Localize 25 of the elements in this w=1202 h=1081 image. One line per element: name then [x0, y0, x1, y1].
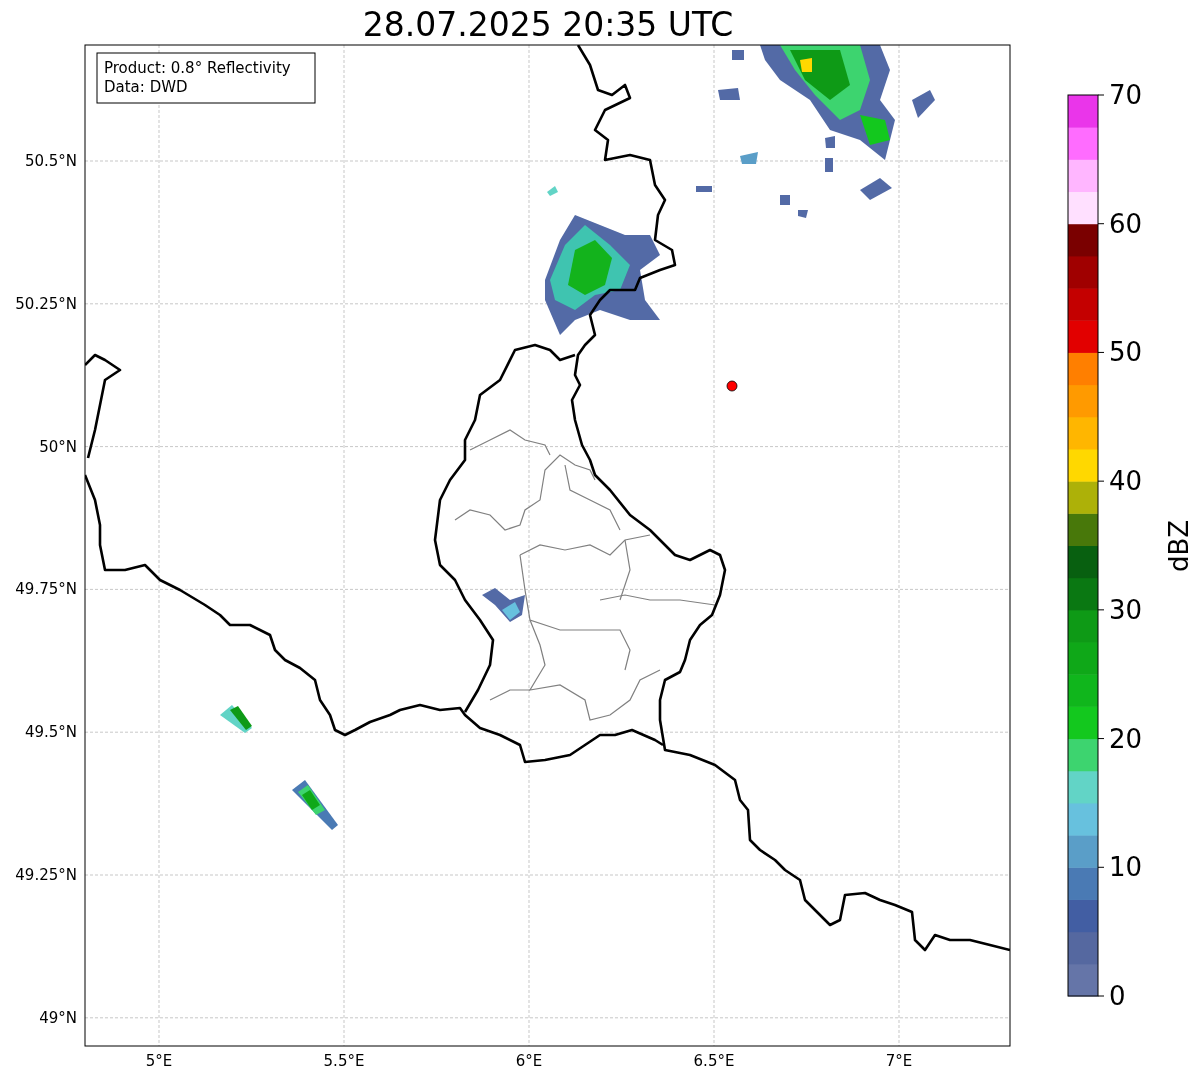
colorbar-tick-label: 20	[1109, 723, 1143, 754]
longitude-label: 6.5°E	[693, 1052, 735, 1070]
latitude-label: 50.25°N	[15, 294, 77, 313]
latitude-label: 49.75°N	[15, 580, 77, 599]
colorbar-tick-label: 0	[1109, 981, 1126, 1011]
info-text: Product: 0.8° Reflectivity	[104, 59, 291, 77]
colorbar-tick-label: 60	[1109, 208, 1143, 239]
colorbar-tick-label: 30	[1109, 594, 1143, 625]
latitude-label: 49.5°N	[24, 723, 77, 742]
longitude-label: 5°E	[145, 1052, 173, 1070]
colorbar-tick-label: 70	[1109, 80, 1143, 110]
colorbar-tick-label: 10	[1109, 852, 1143, 883]
colorbar-label: dBZ	[1164, 519, 1194, 573]
station-marker	[726, 380, 738, 392]
colorbar-tick-label: 50	[1109, 337, 1143, 368]
info-text: Data: DWD	[104, 78, 188, 96]
latitude-label: 49°N	[39, 1008, 77, 1027]
longitude-label: 7°E	[885, 1052, 913, 1070]
longitude-label: 6°E	[515, 1052, 543, 1070]
latitude-label: 50.5°N	[24, 152, 77, 170]
longitude-label: 5.5°E	[323, 1052, 365, 1070]
latitude-label: 49.25°N	[15, 866, 77, 884]
latitude-label: 50°N	[39, 437, 77, 456]
chart-title: 28.07.2025 20:35 UTC	[362, 5, 734, 44]
colorbar-tick-label: 40	[1109, 466, 1143, 497]
